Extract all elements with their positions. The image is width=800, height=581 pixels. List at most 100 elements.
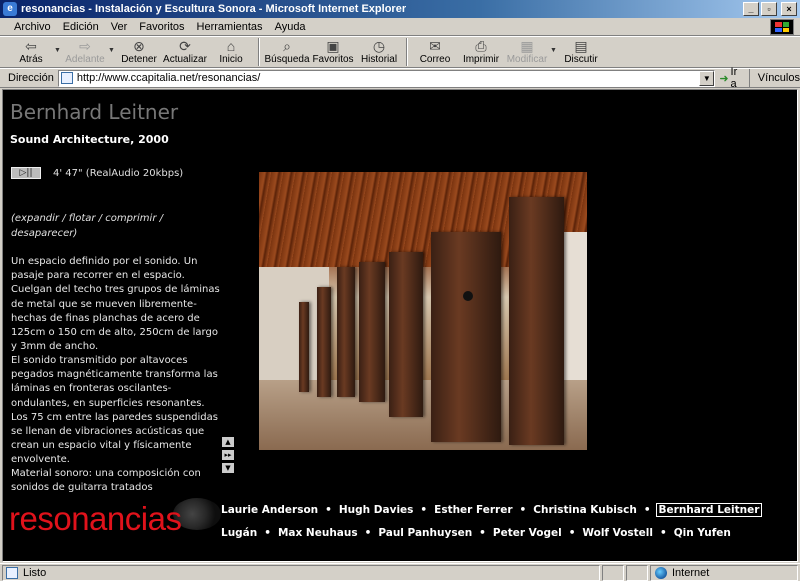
refresh-icon: ⟳ <box>179 38 191 54</box>
home-icon: ⌂ <box>226 38 236 54</box>
back-arrow-icon: ⇦ <box>25 38 37 54</box>
forward-dropdown-icon[interactable]: ▼ <box>108 47 116 54</box>
artist-link-qin-yufen[interactable]: Qin Yufen <box>672 526 733 540</box>
zone-label: Internet <box>672 566 710 579</box>
mail-icon: ✉ <box>429 38 441 54</box>
history-label: Historial <box>360 54 398 65</box>
page-icon <box>60 72 73 84</box>
favorites-label: Favoritos <box>312 54 354 65</box>
refresh-button[interactable]: ⟳ Actualizar <box>162 37 208 67</box>
scroll-up-icon[interactable]: ▲ <box>222 437 234 447</box>
play-pause-button[interactable]: ▷|| <box>11 167 41 179</box>
links-button[interactable]: Vínculos <box>748 69 800 87</box>
printer-icon: ⎙ <box>475 38 487 54</box>
status-text: Listo <box>23 566 47 579</box>
audio-duration: 4' 47" (RealAudio 20kbps) <box>53 168 184 179</box>
text-controls-links[interactable]: (expandir / flotar / comprimir / desapar… <box>11 211 211 241</box>
fast-forward-icon[interactable]: ▸▸ <box>222 450 234 460</box>
ie-icon: e <box>3 2 17 16</box>
security-zone: Internet <box>650 564 798 581</box>
go-arrow-icon: ➜ <box>719 72 729 85</box>
edit-icon: ▦ <box>520 38 534 54</box>
toolbar-separator <box>258 38 260 66</box>
home-button[interactable]: ⌂ Inicio <box>208 37 254 67</box>
address-url[interactable]: http://www.ccapitalia.net/resonancias/ <box>77 72 260 84</box>
history-button[interactable]: ◷ Historial <box>356 37 402 67</box>
stop-label: Detener <box>121 54 157 65</box>
menu-ayuda[interactable]: Ayuda <box>269 21 312 33</box>
forward-label: Adelante <box>65 54 105 65</box>
print-label: Imprimir <box>462 54 500 65</box>
description-paragraph-2: El sonido transmitido por altavoces pega… <box>11 355 218 466</box>
resonancias-logo[interactable]: resonancias <box>9 500 182 538</box>
refresh-label: Actualizar <box>163 54 207 65</box>
discuss-label: Discutir <box>564 54 598 65</box>
menu-edicion[interactable]: Edición <box>57 21 105 33</box>
artist-row-1: Laurie Anderson • Hugh Davies • Esther F… <box>219 500 763 520</box>
back-button[interactable]: ⇦ Atrás <box>8 37 54 67</box>
close-button[interactable]: × <box>781 2 797 16</box>
address-dropdown-icon[interactable]: ▼ <box>699 70 715 86</box>
print-button[interactable]: ⎙ Imprimir <box>458 37 504 67</box>
artist-link-bernhard-leitner[interactable]: Bernhard Leitner <box>655 503 763 517</box>
artist-link-peter-vogel[interactable]: Peter Vogel <box>491 526 564 540</box>
artist-link-lugan[interactable]: Lugán <box>219 526 259 540</box>
artist-link-wolf-vostell[interactable]: Wolf Vostell <box>580 526 655 540</box>
back-dropdown-icon[interactable]: ▼ <box>54 47 62 54</box>
window-title: resonancias - Instalación y Escultura So… <box>21 3 407 15</box>
windows-logo-icon <box>770 19 794 35</box>
forward-button[interactable]: ⇨ Adelante <box>62 37 108 67</box>
address-label: Dirección <box>8 72 54 84</box>
discuss-button[interactable]: ▤ Discutir <box>558 37 604 67</box>
mail-button[interactable]: ✉ Correo <box>412 37 458 67</box>
work-title: Sound Architecture, 2000 <box>10 133 169 146</box>
artist-nav: Laurie Anderson • Hugh Davies • Esther F… <box>219 500 763 546</box>
description-paragraph-3: Material sonoro: una composición con son… <box>11 468 201 494</box>
edit-dropdown-icon[interactable]: ▼ <box>550 47 558 54</box>
status-cell <box>602 564 624 581</box>
address-bar: Dirección http://www.ccapitalia.net/reso… <box>0 66 800 90</box>
status-bar: Listo Internet <box>0 563 800 581</box>
back-label: Atrás <box>19 54 43 65</box>
search-icon: ⌕ <box>283 38 291 54</box>
home-label: Inicio <box>219 54 243 65</box>
artist-link-paul-panhuysen[interactable]: Paul Panhuysen <box>376 526 474 540</box>
status-text-panel: Listo <box>2 564 600 581</box>
search-label: Búsqueda <box>264 54 310 65</box>
discuss-icon: ▤ <box>574 38 588 54</box>
title-bar: e resonancias - Instalación y Escultura … <box>0 0 800 18</box>
toolbar-separator <box>406 38 408 66</box>
artist-link-laurie-anderson[interactable]: Laurie Anderson <box>219 503 320 517</box>
menu-herramientas[interactable]: Herramientas <box>191 21 269 33</box>
maximize-button[interactable]: ▫ <box>761 2 777 16</box>
artist-link-hugh-davies[interactable]: Hugh Davies <box>337 503 416 517</box>
stop-icon: ⊗ <box>133 38 145 54</box>
address-field[interactable]: http://www.ccapitalia.net/resonancias/ ▼ <box>57 69 716 87</box>
edit-label: Modificar <box>506 54 548 65</box>
menu-favoritos[interactable]: Favoritos <box>133 21 190 33</box>
go-label: Ir a <box>730 66 738 90</box>
forward-arrow-icon: ⇨ <box>79 38 91 54</box>
installation-photo <box>259 172 587 450</box>
scroll-down-icon[interactable]: ▼ <box>222 463 234 473</box>
page-viewport: Bernhard Leitner Sound Architecture, 200… <box>2 89 798 562</box>
artist-link-christina-kubisch[interactable]: Christina Kubisch <box>531 503 639 517</box>
go-button[interactable]: ➜ Ir a <box>715 66 748 90</box>
favorites-icon: ▣ <box>326 38 340 54</box>
status-cell <box>626 564 648 581</box>
menu-bar: Archivo Edición Ver Favoritos Herramient… <box>0 18 800 36</box>
stop-button[interactable]: ⊗ Detener <box>116 37 162 67</box>
mail-label: Correo <box>419 54 451 65</box>
artist-heading: Bernhard Leitner <box>10 100 179 124</box>
artist-link-esther-ferrer[interactable]: Esther Ferrer <box>432 503 514 517</box>
artist-row-2: Lugán • Max Neuhaus • Paul Panhuysen • P… <box>219 526 731 540</box>
menu-ver[interactable]: Ver <box>105 21 134 33</box>
toolbar: ⇦ Atrás ▼ ⇨ Adelante ▼ ⊗ Detener ⟳ Actua… <box>0 36 800 68</box>
favorites-button[interactable]: ▣ Favoritos <box>310 37 356 67</box>
minimize-button[interactable]: _ <box>743 2 759 16</box>
menu-archivo[interactable]: Archivo <box>0 21 57 33</box>
edit-button[interactable]: ▦ Modificar <box>504 37 550 67</box>
artist-link-max-neuhaus[interactable]: Max Neuhaus <box>276 526 360 540</box>
search-button[interactable]: ⌕ Búsqueda <box>264 37 310 67</box>
text-scroll-controls: ▲ ▸▸ ▼ <box>222 437 234 473</box>
